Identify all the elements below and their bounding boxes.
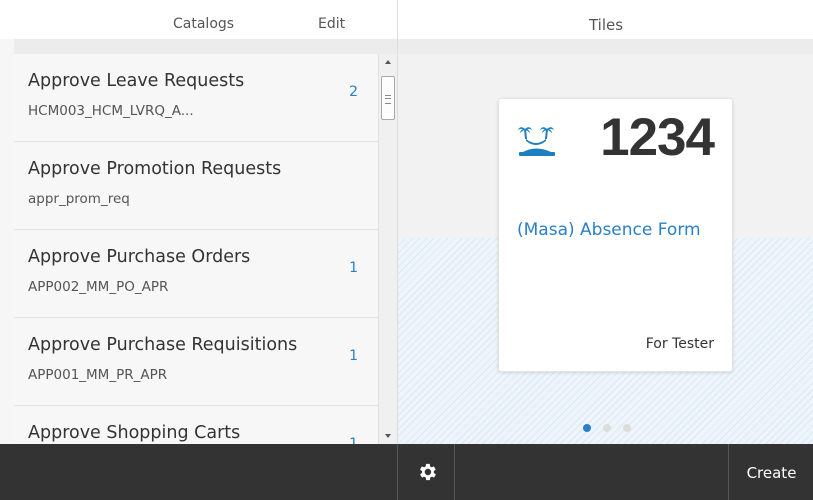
catalog-item[interactable]: Approve Leave Requests HCM003_HCM_LVRQ_A… xyxy=(14,54,378,142)
catalog-item[interactable]: Approve Purchase Requisitions APP001_MM_… xyxy=(14,318,378,406)
catalog-item[interactable]: Approve Promotion Requests appr_prom_req xyxy=(14,142,378,230)
tiles-subheader xyxy=(398,39,813,54)
tiles-heading: Tiles xyxy=(588,16,624,34)
page-dot[interactable] xyxy=(603,424,611,432)
catalog-tile-count: 2 xyxy=(349,84,358,100)
scroll-up-button[interactable] xyxy=(379,54,398,70)
app-tile[interactable]: 1234 (Masa) Absence Form For Tester xyxy=(498,98,733,372)
scroll-thumb[interactable] xyxy=(381,76,395,120)
edit-heading[interactable]: Edit xyxy=(318,16,345,32)
grip-icon xyxy=(385,95,391,104)
tiles-header: Tiles xyxy=(398,0,813,39)
catalog-tile-count: 1 xyxy=(349,260,358,276)
scroll-down-button[interactable] xyxy=(379,428,398,444)
catalog-id: APP001_MM_PR_APR xyxy=(28,367,168,383)
gear-icon xyxy=(420,463,436,481)
catalog-title: Approve Shopping Carts xyxy=(28,423,241,443)
catalog-title: Approve Purchase Requisitions xyxy=(28,335,298,355)
catalog-item[interactable]: Approve Purchase Orders APP002_MM_PO_APR… xyxy=(14,230,378,318)
catalog-id: HCM003_HCM_LVRQ_A... xyxy=(28,103,194,119)
catalog-title: Approve Promotion Requests xyxy=(28,159,282,179)
palm-beach-icon xyxy=(518,127,555,156)
create-label: Create xyxy=(746,464,797,482)
catalogs-pane: Catalogs Edit Approve Leave Requests HCM… xyxy=(0,0,398,444)
tile-title: (Masa) Absence Form xyxy=(517,220,701,240)
settings-button[interactable] xyxy=(397,444,455,500)
page-dot[interactable] xyxy=(623,424,631,432)
catalog-item[interactable]: Approve Shopping Carts 1 xyxy=(14,406,378,444)
catalogs-heading: Catalogs xyxy=(173,16,235,32)
footer-toolbar: Create xyxy=(0,444,813,500)
catalog-title: Approve Leave Requests xyxy=(28,71,245,91)
arrow-up-icon xyxy=(385,60,391,64)
page-dot-active[interactable] xyxy=(583,424,591,432)
catalog-id: appr_prom_req xyxy=(28,191,130,207)
catalog-title: Approve Purchase Orders xyxy=(28,247,251,267)
catalog-list-scrollbar[interactable] xyxy=(378,54,398,444)
catalog-id: APP002_MM_PO_APR xyxy=(28,279,169,295)
tile-number: 1234 xyxy=(600,108,715,167)
tiles-pane: Tiles 1234 (Masa) Absence Form For Teste… xyxy=(397,0,813,444)
catalog-tile-count: 1 xyxy=(349,348,358,364)
create-button[interactable]: Create xyxy=(728,444,813,500)
tile-info: For Tester xyxy=(645,336,714,352)
catalogs-header: Catalogs Edit xyxy=(0,0,397,39)
catalog-list: Approve Leave Requests HCM003_HCM_LVRQ_A… xyxy=(14,54,378,444)
arrow-down-icon xyxy=(385,434,391,438)
catalog-tile-count: 1 xyxy=(349,436,358,444)
catalogs-subheader xyxy=(14,39,397,54)
